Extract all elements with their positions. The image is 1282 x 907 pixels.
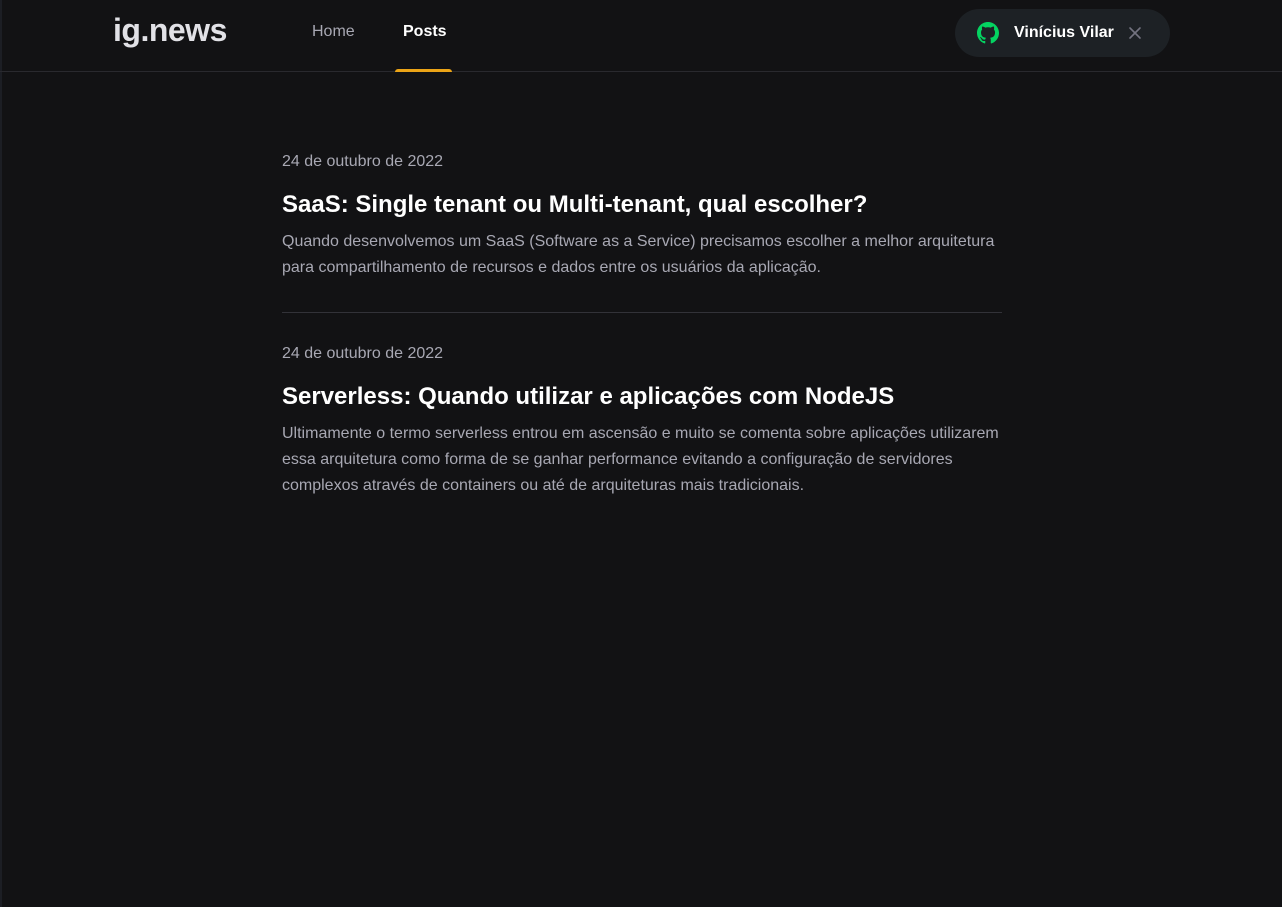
header: ig.news Home Posts Vinícius Vilar — [0, 0, 1282, 72]
post-excerpt: Ultimamente o termo serverless entrou em… — [282, 425, 999, 494]
post-item[interactable]: 24 de outubro de 2022 SaaS: Single tenan… — [282, 152, 1002, 281]
nav-posts-link[interactable]: Posts — [403, 23, 447, 41]
close-icon[interactable] — [1127, 25, 1143, 41]
signin-button[interactable]: Vinícius Vilar — [955, 9, 1170, 57]
post-title: Serverless: Quando utilizar e aplicações… — [282, 383, 895, 410]
post-excerpt: Quando desenvolvemos um SaaS (Software a… — [282, 233, 995, 276]
active-nav-indicator — [395, 69, 452, 72]
post-title: SaaS: Single tenant ou Multi-tenant, qua… — [282, 191, 868, 218]
page: ig.news Home Posts Vinícius Vilar 24 de … — [0, 0, 1282, 907]
post-divider — [282, 312, 1002, 313]
window-edge — [0, 0, 2, 907]
post-date: 24 de outubro de 2022 — [282, 153, 444, 170]
post-date: 24 de outubro de 2022 — [282, 345, 444, 362]
nav-home-link[interactable]: Home — [312, 23, 355, 41]
post-item[interactable]: 24 de outubro de 2022 Serverless: Quando… — [282, 344, 1002, 499]
logo: ig.news — [113, 12, 227, 48]
github-icon — [977, 22, 999, 44]
user-name: Vinícius Vilar — [1014, 24, 1114, 41]
